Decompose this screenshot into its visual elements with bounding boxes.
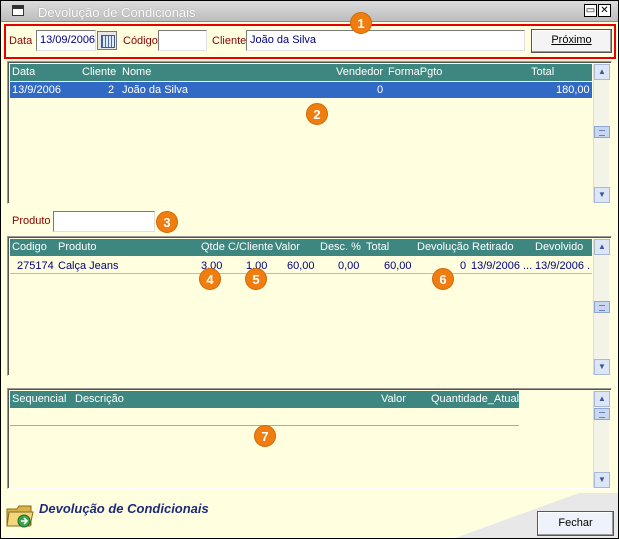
sequence-grid-scrollbar[interactable]: ▲ ▼ [593,391,610,488]
scroll-thumb[interactable] [594,126,610,138]
col-vendedor[interactable]: Vendedor [336,66,383,78]
close-button[interactable]: Fechar [537,511,614,536]
cell-desc: 0,00 [338,260,360,272]
main-grid-scrollbar[interactable]: ▲ ▼ [593,64,610,203]
scroll-down-icon[interactable]: ▼ [594,472,610,488]
callout-badge-2: 2 [306,103,328,125]
cell-produto: Calça Jeans [58,260,119,272]
col-produto[interactable]: Produto [58,241,97,253]
callout-badge-6: 6 [432,268,454,290]
cell-nome: João da Silva [122,84,189,96]
calendar-icon[interactable] [97,31,117,50]
callout-badge-3: 3 [156,211,178,233]
col-qtde[interactable]: Qtde [201,241,225,253]
close-icon[interactable]: ✕ [598,4,611,17]
col-total[interactable]: Total [366,241,389,253]
restore-icon[interactable]: ▭ [584,4,597,17]
callout-badge-7: 7 [254,425,276,447]
callout-badge-4: 4 [199,268,221,290]
folder-icon [6,505,34,528]
empty-row [10,409,519,426]
col-descricao[interactable]: Descrição [75,393,124,405]
produto-label: Produto [12,215,51,227]
col-valor[interactable]: Valor [381,393,406,405]
col-quantidade-atual[interactable]: Quantidade_Atual [431,393,519,405]
close-button-label: Fechar [558,517,593,529]
sequence-grid: Sequencial Descrição Valor Quantidade_At… [7,388,612,489]
col-devolvido[interactable]: Devolvido [535,241,583,253]
scroll-up-icon[interactable]: ▲ [594,64,610,80]
items-grid-header: Codigo Produto Qtde C/Cliente Valor Desc… [10,239,592,256]
client-field[interactable]: João da Silva [246,30,525,51]
title-bar: Devolução de Condicionais ▭ ✕ [1,1,618,22]
scroll-up-icon[interactable]: ▲ [594,391,610,407]
cell-codigo: 275174 [17,260,54,272]
date-label: Data [9,35,33,47]
cell-data: 13/9/2006 [12,84,61,96]
footer-title: Devolução de Condicionais [39,501,209,516]
col-sequencial[interactable]: Sequencial [12,393,66,405]
callout-badge-1: 1 [350,12,372,34]
col-ccliente[interactable]: C/Cliente [228,241,273,253]
code-label: Código [123,35,158,47]
scroll-thumb[interactable] [594,301,610,313]
col-devolucao[interactable]: Devolução [417,241,469,253]
callout-badge-5: 5 [245,268,267,290]
table-row[interactable]: 275174 Calça Jeans 3,00 1,00 60,00 0,00 … [10,258,592,274]
cell-vendedor: 0 [377,84,384,96]
window-menu-icon[interactable] [12,5,24,16]
col-retirado[interactable]: Retirado [472,241,514,253]
next-button[interactable]: Próximo [531,29,612,53]
col-valor[interactable]: Valor [275,241,300,253]
main-window: Devolução de Condicionais ▭ ✕ Data 13/09… [0,0,619,539]
main-grid: Data Cliente Nome Vendedor FormaPgto Tot… [7,61,612,204]
scroll-down-icon[interactable]: ▼ [594,359,610,375]
col-cliente[interactable]: Cliente [82,66,116,78]
items-grid: Codigo Produto Qtde C/Cliente Valor Desc… [7,236,612,376]
col-total[interactable]: Total [531,66,554,78]
cell-total: 60,00 [384,260,412,272]
cell-retirado: 13/9/2006 ... [471,260,533,272]
cell-cliente: 2 [108,84,115,96]
code-field[interactable] [158,30,207,51]
col-codigo[interactable]: Codigo [12,241,47,253]
next-button-label: Próximo [551,34,592,46]
col-data[interactable]: Data [12,66,35,78]
cell-devolucao: 0 [460,260,467,272]
main-grid-header: Data Cliente Nome Vendedor FormaPgto Tot… [10,64,592,81]
table-row[interactable]: 13/9/2006 2 João da Silva 0 180,00 [10,82,592,98]
produto-field[interactable] [53,211,155,232]
scroll-thumb[interactable] [594,408,610,420]
col-nome[interactable]: Nome [122,66,151,78]
scroll-up-icon[interactable]: ▲ [594,239,610,255]
col-desc[interactable]: Desc. % [320,241,361,253]
cell-total: 180,00 [556,84,590,96]
client-label: Cliente [212,35,247,47]
col-formapgto[interactable]: FormaPgto [388,66,442,78]
footer: Devolução de Condicionais Fechar [1,493,618,538]
cell-valor: 60,00 [287,260,315,272]
sequence-grid-header: Sequencial Descrição Valor Quantidade_At… [10,391,519,408]
scroll-down-icon[interactable]: ▼ [594,187,610,203]
items-grid-scrollbar[interactable]: ▲ ▼ [593,239,610,375]
cell-devolvido: 13/9/2006 . [535,260,591,272]
window-title: Devolução de Condicionais [38,5,196,20]
date-field[interactable]: 13/09/2006 [36,30,96,51]
filter-bar: Data 13/09/2006 Código Cliente João da S… [4,24,616,59]
